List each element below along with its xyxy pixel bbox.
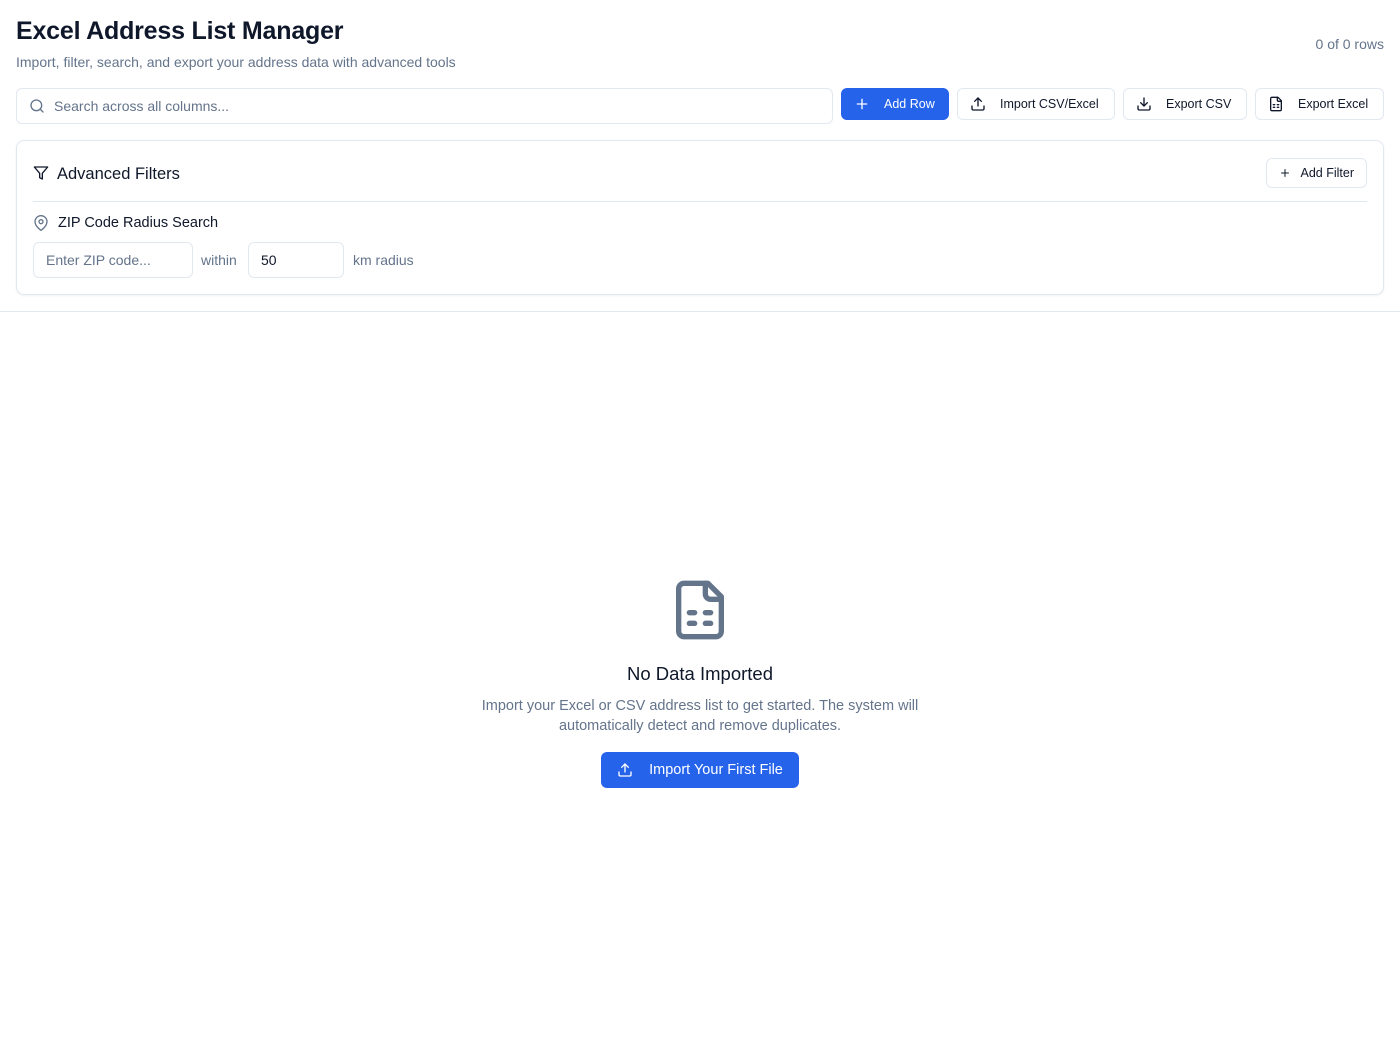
row-count: 0 of 0 rows	[1315, 36, 1384, 52]
export-excel-label: Export Excel	[1298, 97, 1369, 111]
filters-header: Advanced Filters Add Filter	[33, 157, 1367, 202]
within-label: within	[201, 252, 237, 268]
plus-icon	[1280, 169, 1289, 177]
add-filter-label: Add Filter	[1300, 166, 1355, 180]
empty-state-description: Import your Excel or CSV address list to…	[481, 698, 919, 734]
empty-state-title: No Data Imported	[626, 663, 773, 684]
zip-section-label: ZIP Code Radius Search	[58, 215, 219, 231]
import-csv-excel-button[interactable]: Import CSV/Excel	[957, 88, 1115, 120]
search-input[interactable]	[54, 98, 794, 114]
export-excel-button[interactable]: Export Excel	[1255, 88, 1384, 120]
upload-icon	[971, 97, 985, 111]
filter-icon	[33, 166, 49, 180]
search-icon	[30, 99, 44, 113]
zip-code-input[interactable]	[33, 242, 193, 278]
radius-input[interactable]	[248, 242, 344, 278]
add-row-button[interactable]: Add Row	[841, 88, 949, 120]
export-csv-label: Export CSV	[1166, 97, 1232, 111]
export-csv-button[interactable]: Export CSV	[1123, 88, 1247, 120]
zip-section-header: ZIP Code Radius Search	[33, 215, 218, 231]
page-title: Excel Address List Manager	[16, 17, 344, 45]
download-icon	[1137, 97, 1151, 111]
header-divider	[0, 311, 1400, 312]
import-label: Import CSV/Excel	[1000, 97, 1099, 111]
add-filter-button[interactable]: Add Filter	[1265, 158, 1367, 188]
upload-icon	[618, 763, 632, 777]
empty-state: No Data Imported Import your Excel or CS…	[0, 578, 1400, 788]
page-subtitle: Import, filter, search, and export your …	[16, 54, 456, 70]
file-spreadsheet-icon	[1270, 96, 1282, 112]
search-box[interactable]	[16, 88, 833, 124]
advanced-filters-card: Advanced Filters Add Filter ZIP Code Rad…	[16, 140, 1384, 295]
file-spreadsheet-icon	[676, 580, 724, 640]
map-pin-icon	[34, 215, 48, 231]
add-row-label: Add Row	[884, 97, 935, 111]
app-header: Excel Address List Manager Import, filte…	[16, 0, 1384, 312]
radius-unit-label: km radius	[353, 252, 414, 268]
filters-title: Advanced Filters	[57, 165, 180, 183]
import-first-file-label: Import Your First File	[649, 762, 783, 778]
import-first-file-button[interactable]: Import Your First File	[601, 752, 799, 788]
plus-icon	[856, 98, 868, 110]
